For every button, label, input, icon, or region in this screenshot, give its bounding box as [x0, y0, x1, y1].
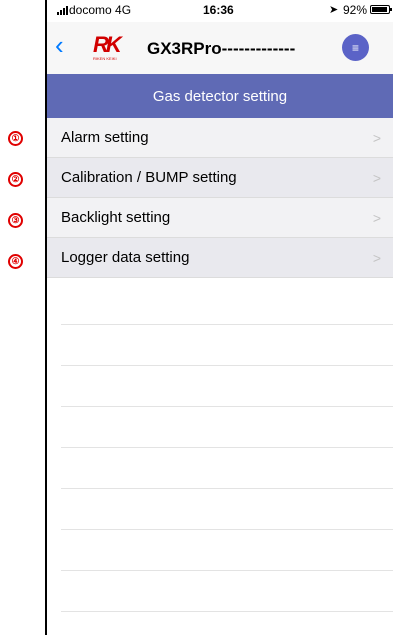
location-icon: ➤ [329, 4, 339, 16]
list-item-label: Logger data setting [61, 249, 190, 266]
backlight-setting-item[interactable]: Backlight setting > [47, 198, 393, 238]
list-item-label: Backlight setting [61, 209, 171, 226]
battery-percent: 92% [343, 3, 368, 17]
page-title-bar: Gas detector setting [47, 74, 393, 118]
empty-row [61, 407, 393, 448]
chevron-left-icon: ‹ [55, 30, 64, 60]
signal-icon [57, 6, 68, 15]
empty-row [61, 325, 393, 366]
empty-row [61, 489, 393, 530]
back-button[interactable]: ‹ [55, 32, 64, 58]
riken-keiki-logo: RK RIKEN KEIKI [93, 32, 125, 64]
phone-screen: docomo 4G 16:36 ➤ 92% ‹ RK RIKEN KEIKI G… [45, 0, 393, 635]
empty-row [61, 284, 393, 325]
chevron-right-icon: > [372, 169, 381, 186]
menu-icon: ≡ [351, 40, 359, 55]
chevron-right-icon: > [372, 249, 381, 266]
list-item-label: Alarm setting [61, 129, 149, 146]
calibration-bump-setting-item[interactable]: Calibration / BUMP setting > [47, 158, 393, 198]
logo-subtext: RIKEN KEIKI [93, 56, 117, 61]
empty-row [61, 530, 393, 571]
marker-3: ③ [8, 213, 23, 228]
empty-row [61, 366, 393, 407]
carrier-label: docomo 4G [69, 3, 132, 17]
marker-1: ① [8, 131, 23, 146]
annotation-gutter: ① ② ③ ④ [0, 0, 45, 635]
settings-list: Alarm setting > Calibration / BUMP setti… [47, 118, 393, 278]
chevron-right-icon: > [372, 129, 381, 146]
list-item-label: Calibration / BUMP setting [61, 169, 237, 186]
clock: 16:36 [203, 3, 234, 17]
menu-button[interactable]: ≡ [342, 34, 369, 61]
marker-4: ④ [8, 254, 23, 269]
device-name: GX3RPro------------- [147, 39, 296, 58]
alarm-setting-item[interactable]: Alarm setting > [47, 118, 393, 158]
logo-mark: RK [93, 32, 122, 57]
empty-row [61, 448, 393, 489]
battery-icon [370, 5, 392, 14]
empty-list-area [61, 284, 393, 612]
navigation-bar: ‹ RK RIKEN KEIKI GX3RPro------------- ≡ [47, 22, 393, 74]
marker-2: ② [8, 172, 23, 187]
empty-row [61, 571, 393, 612]
page-title: Gas detector setting [152, 87, 288, 105]
chevron-right-icon: > [372, 209, 381, 226]
logger-data-setting-item[interactable]: Logger data setting > [47, 238, 393, 278]
status-bar: docomo 4G 16:36 ➤ 92% [47, 0, 393, 22]
